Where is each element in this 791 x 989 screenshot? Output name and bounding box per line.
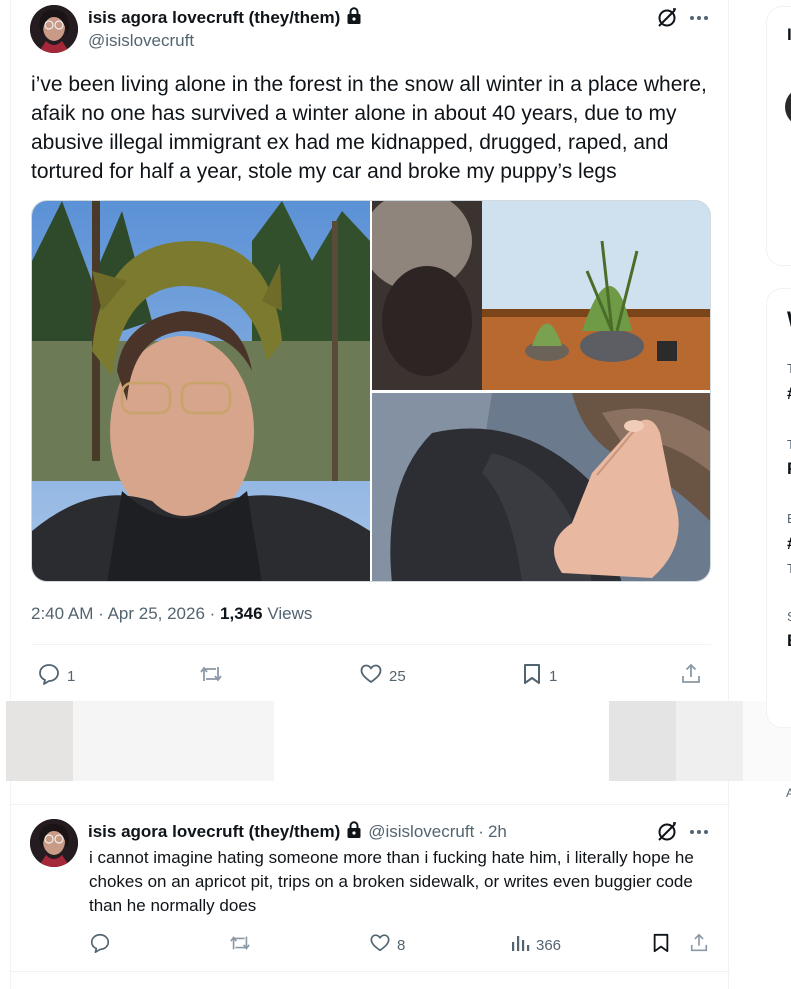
reply-text: i cannot imagine hating someone more tha… bbox=[89, 848, 694, 915]
share-icon bbox=[689, 932, 709, 958]
reply-reply-button[interactable] bbox=[89, 932, 117, 958]
reply-views-count: 366 bbox=[536, 936, 562, 954]
sidebar-char: E bbox=[787, 631, 791, 651]
retweet-icon bbox=[228, 932, 252, 958]
sidebar-char: # bbox=[787, 384, 791, 404]
reply-share-button[interactable] bbox=[689, 932, 709, 958]
author-avatar[interactable] bbox=[30, 5, 78, 53]
photo-selfie[interactable] bbox=[32, 201, 370, 581]
reply-author-avatar[interactable] bbox=[30, 819, 78, 867]
tweet-text: i’ve been living alone in the forest in … bbox=[31, 73, 707, 183]
sidebar-card: I bbox=[766, 6, 791, 266]
sidebar-char: T bbox=[787, 561, 791, 576]
sidebar-char: F bbox=[787, 459, 791, 479]
grok-icon[interactable] bbox=[655, 820, 679, 844]
bookmark-icon bbox=[521, 662, 543, 690]
grok-icon[interactable] bbox=[655, 6, 679, 30]
views-count: 1,346 bbox=[220, 604, 263, 623]
reply-icon bbox=[89, 932, 111, 958]
sidebar-char: S bbox=[787, 609, 791, 624]
share-button[interactable] bbox=[680, 662, 702, 690]
tweet-date[interactable]: Apr 25, 2026 bbox=[108, 604, 205, 623]
reply-sep: · bbox=[478, 822, 484, 841]
author-name[interactable]: isis agora lovecruft (they/them) bbox=[88, 8, 340, 28]
reply-author-name[interactable]: isis agora lovecruft (they/them) bbox=[88, 822, 340, 842]
trends-card: W T # T F E # T S E bbox=[766, 288, 791, 728]
retweet-icon bbox=[198, 662, 224, 690]
reply-icon bbox=[37, 662, 61, 690]
more-icon[interactable] bbox=[687, 820, 711, 844]
like-button[interactable]: 25 bbox=[359, 662, 406, 690]
sidebar-avatar bbox=[785, 87, 791, 127]
loading-placeholder bbox=[6, 701, 791, 781]
right-sidebar: I W T # T F E # T S E A bbox=[766, 0, 791, 989]
reply-retweet-button[interactable] bbox=[228, 932, 258, 958]
photo-puppy-legs[interactable] bbox=[372, 393, 710, 581]
sidebar-char: # bbox=[787, 534, 791, 554]
reply-like-count: 8 bbox=[397, 936, 406, 954]
divider bbox=[31, 644, 711, 645]
reply-bookmark-button[interactable] bbox=[651, 932, 671, 958]
divider bbox=[11, 971, 730, 972]
views-icon bbox=[510, 932, 530, 958]
retweet-button[interactable] bbox=[198, 662, 230, 690]
like-icon bbox=[359, 662, 383, 690]
reply-views-button[interactable]: 366 bbox=[510, 932, 561, 958]
divider bbox=[11, 804, 730, 805]
reply-age[interactable]: 2h bbox=[488, 822, 507, 842]
tweet-time[interactable]: 2:40 AM bbox=[31, 604, 93, 623]
reply-like-button[interactable]: 8 bbox=[369, 932, 405, 958]
meta-dot: · bbox=[98, 604, 108, 623]
sidebar-char: I bbox=[787, 25, 791, 44]
lock-icon bbox=[346, 6, 362, 30]
more-icon[interactable] bbox=[687, 6, 711, 30]
lock-icon bbox=[346, 820, 362, 844]
bookmark-count: 1 bbox=[549, 667, 558, 685]
like-icon bbox=[369, 932, 391, 958]
author-handle[interactable]: @isislovecruft bbox=[88, 31, 194, 51]
sidebar-char: T bbox=[787, 361, 791, 376]
tweet-meta: 2:40 AM · Apr 25, 2026 · 1,346 Views bbox=[31, 604, 312, 624]
reply-count: 1 bbox=[67, 667, 76, 685]
reply-author-handle[interactable]: @isislovecruft bbox=[368, 822, 474, 842]
photo-window-plants[interactable] bbox=[372, 201, 710, 390]
sidebar-char: E bbox=[787, 511, 791, 526]
sidebar-char: W bbox=[787, 307, 791, 333]
views-label: Views bbox=[267, 604, 313, 623]
bookmark-icon bbox=[651, 932, 671, 958]
bookmark-button[interactable]: 1 bbox=[521, 662, 557, 690]
sidebar-char: T bbox=[787, 437, 791, 452]
reply-button[interactable]: 1 bbox=[37, 662, 75, 690]
share-icon bbox=[680, 662, 702, 690]
meta-dot: · bbox=[209, 604, 221, 623]
sidebar-char: A bbox=[786, 786, 791, 800]
timeline-column: isis agora lovecruft (they/them) @isislo… bbox=[10, 0, 730, 989]
like-count: 25 bbox=[389, 667, 406, 685]
media-grid bbox=[31, 200, 711, 582]
